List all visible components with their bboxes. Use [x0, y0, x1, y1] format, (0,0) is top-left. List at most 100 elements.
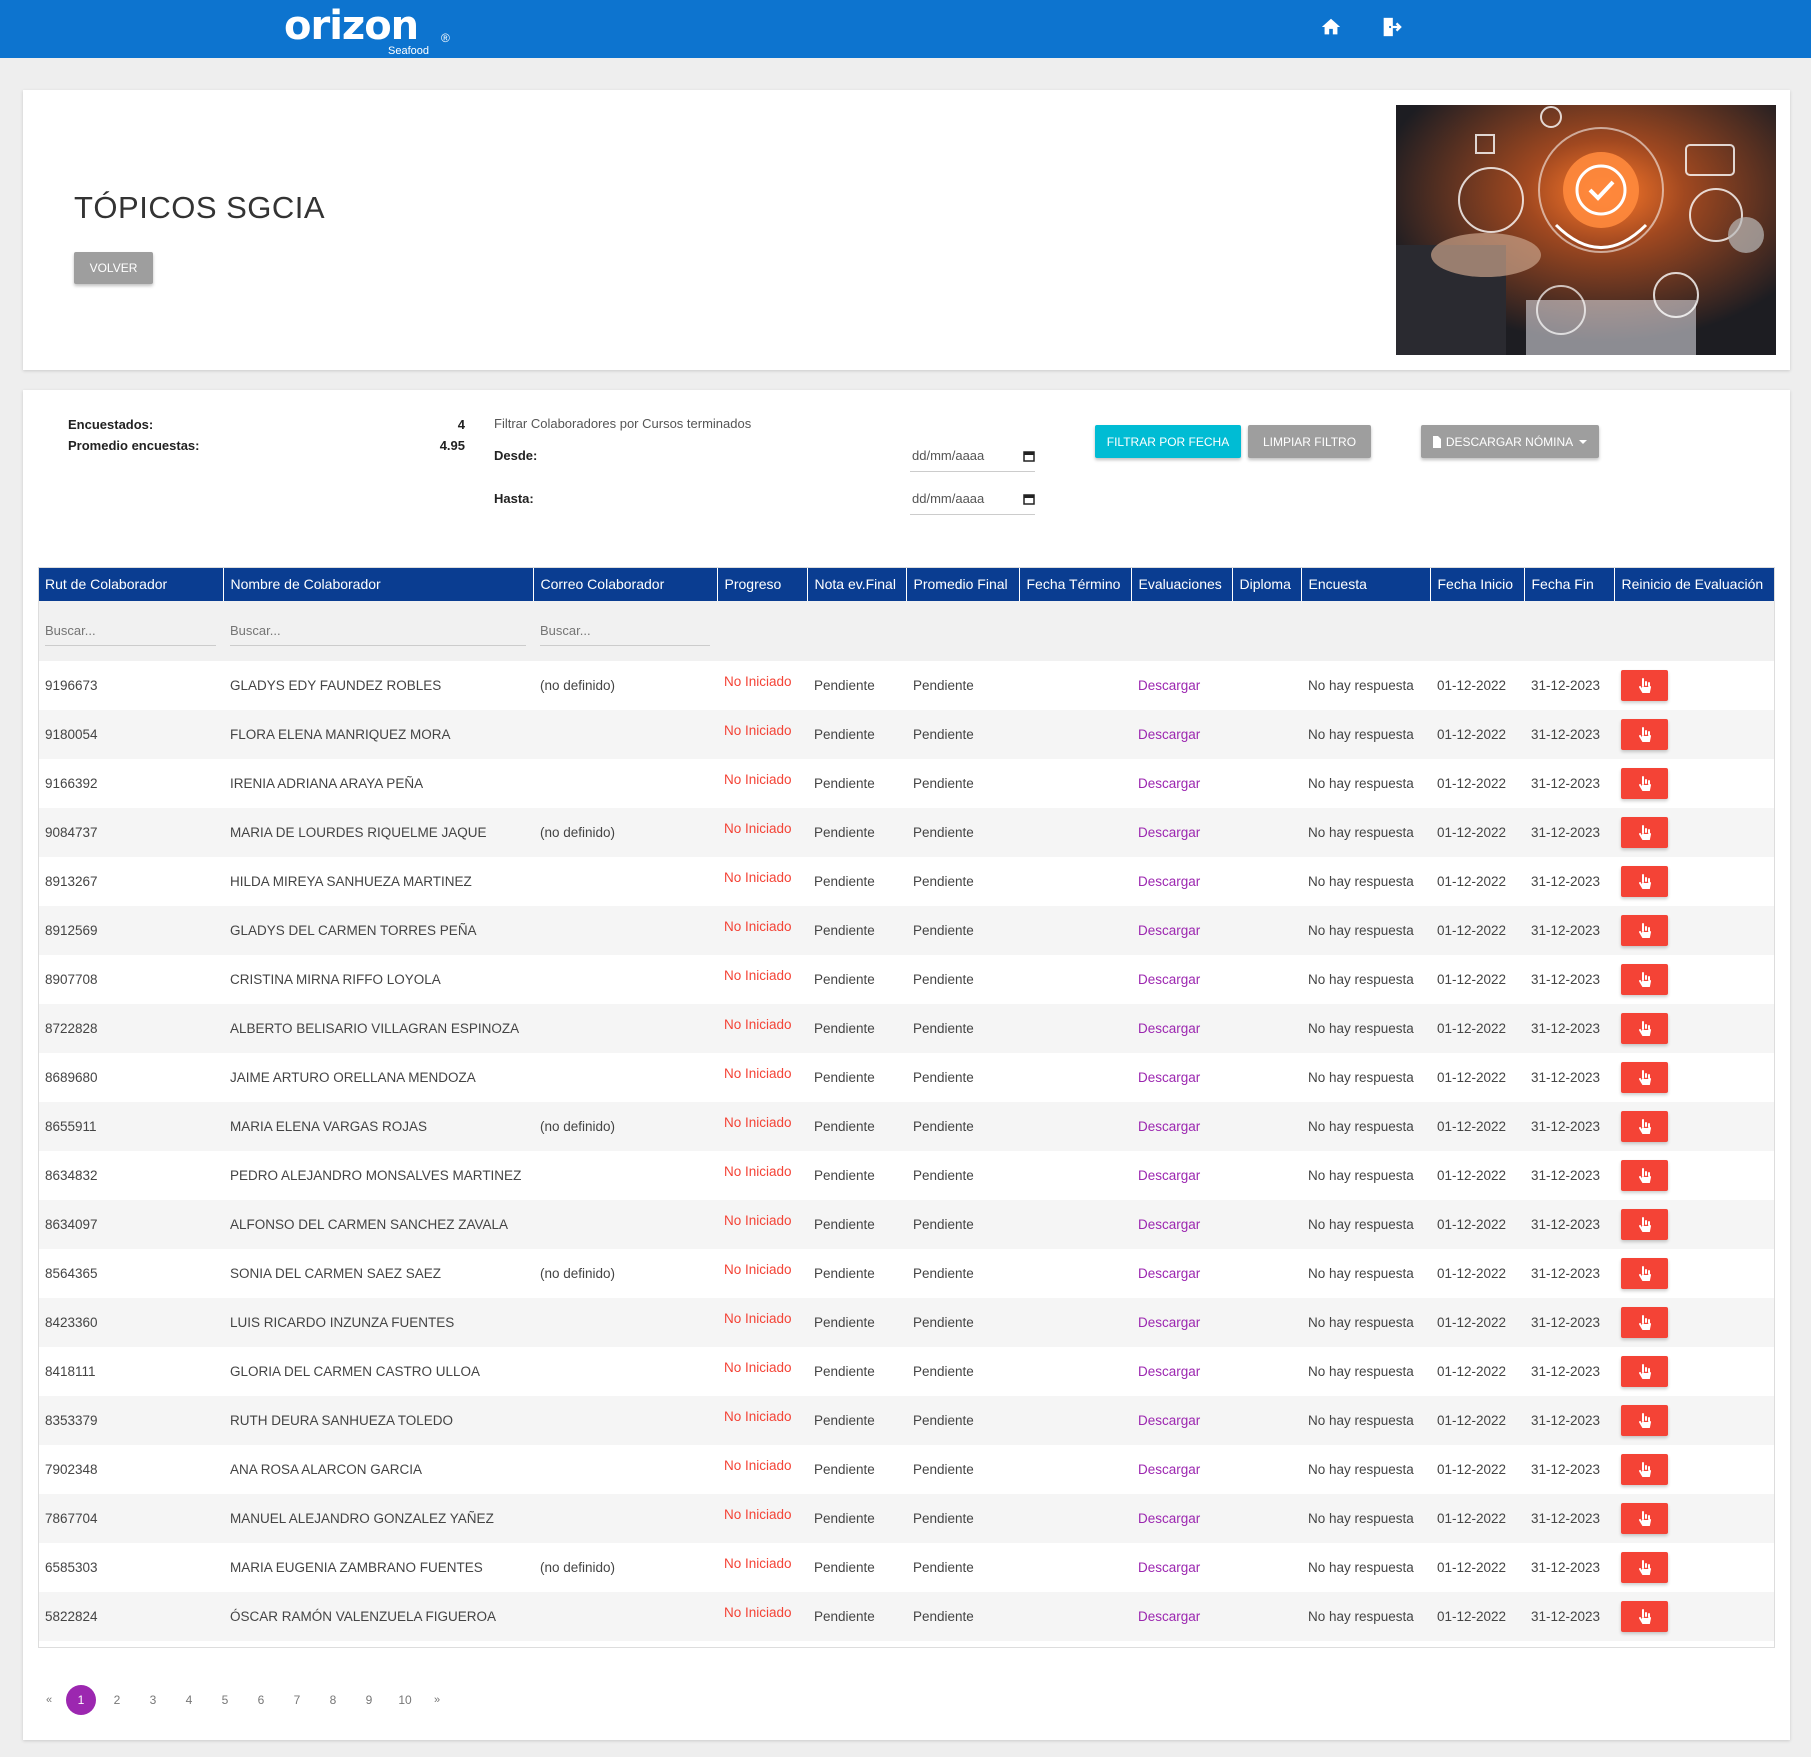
page-button[interactable]: 6: [246, 1685, 276, 1715]
reset-evaluation-button[interactable]: [1621, 1356, 1668, 1387]
col-header-name[interactable]: Nombre de Colaborador: [223, 567, 534, 601]
download-evaluations-link[interactable]: Descargar: [1138, 825, 1200, 840]
finish-date-cell: 31-12-2023: [1531, 1364, 1601, 1379]
download-evaluations-link[interactable]: Descargar: [1138, 874, 1200, 889]
reset-evaluation-button[interactable]: [1621, 1160, 1668, 1191]
page-button[interactable]: 3: [138, 1685, 168, 1715]
reset-evaluation-button[interactable]: [1621, 866, 1668, 897]
reset-evaluation-button[interactable]: [1621, 1013, 1668, 1044]
download-evaluations-link[interactable]: Descargar: [1138, 1119, 1200, 1134]
page-button[interactable]: 7: [282, 1685, 312, 1715]
col-header-survey[interactable]: Encuesta: [1301, 567, 1431, 601]
finish-date-cell: 31-12-2023: [1531, 727, 1601, 742]
download-evaluations-link[interactable]: Descargar: [1138, 1364, 1200, 1379]
download-evaluations-link[interactable]: Descargar: [1138, 1511, 1200, 1526]
download-evaluations-link[interactable]: Descargar: [1138, 1217, 1200, 1232]
page-button[interactable]: 9: [354, 1685, 384, 1715]
download-evaluations-link[interactable]: Descargar: [1138, 727, 1200, 742]
reset-evaluation-button[interactable]: [1621, 1552, 1668, 1583]
download-evaluations-link[interactable]: Descargar: [1138, 1070, 1200, 1085]
table-row: 8655911 MARIA ELENA VARGAS ROJAS (no defin…: [38, 1102, 1775, 1151]
name-cell: SONIA DEL CARMEN SAEZ SAEZ: [230, 1266, 442, 1281]
reset-evaluation-button[interactable]: [1621, 817, 1668, 848]
reset-evaluation-button[interactable]: [1621, 719, 1668, 750]
col-header-final-grade[interactable]: Nota ev.Final: [807, 567, 907, 601]
final-average-cell: Pendiente: [913, 1413, 974, 1428]
col-header-end-date[interactable]: Fecha Término: [1019, 567, 1132, 601]
col-header-reset[interactable]: Reinicio de Evaluación: [1614, 567, 1776, 601]
download-evaluations-link[interactable]: Descargar: [1138, 776, 1200, 791]
name-cell: MARIA EUGENIA ZAMBRANO FUENTES: [230, 1560, 483, 1575]
progress-status: No Iniciado: [724, 821, 792, 836]
table-cell: Pendiente: [807, 1200, 906, 1249]
reset-evaluation-button[interactable]: [1621, 915, 1668, 946]
calendar-icon[interactable]: [1023, 450, 1035, 462]
reset-evaluation-button[interactable]: [1621, 1111, 1668, 1142]
filter-by-date-button[interactable]: FILTRAR POR FECHA: [1095, 425, 1241, 458]
download-evaluations-link[interactable]: Descargar: [1138, 972, 1200, 987]
table-cell: Pendiente: [906, 1004, 1019, 1053]
finish-date-cell: 31-12-2023: [1531, 1217, 1601, 1232]
reset-evaluation-button[interactable]: [1621, 670, 1668, 701]
start-date-cell: 01-12-2022: [1437, 727, 1507, 742]
reset-evaluation-button[interactable]: [1621, 1307, 1668, 1338]
email-cell: (no definido): [540, 678, 616, 693]
col-header-finish-date[interactable]: Fecha Fin: [1524, 567, 1615, 601]
col-header-progress[interactable]: Progreso: [717, 567, 808, 601]
col-header-evaluations[interactable]: Evaluaciones: [1131, 567, 1233, 601]
reset-evaluation-button[interactable]: [1621, 964, 1668, 995]
download-evaluations-link[interactable]: Descargar: [1138, 1560, 1200, 1575]
home-icon[interactable]: [1320, 16, 1346, 42]
col-header-rut[interactable]: Rut de Colaborador: [38, 567, 224, 601]
reset-evaluation-button[interactable]: [1621, 768, 1668, 799]
reset-evaluation-button[interactable]: [1621, 1209, 1668, 1240]
logout-icon[interactable]: [1380, 16, 1406, 42]
download-evaluations-link[interactable]: Descargar: [1138, 1168, 1200, 1183]
table-cell: No hay respuesta: [1301, 1543, 1430, 1592]
page-button[interactable]: 10: [390, 1685, 420, 1715]
reset-evaluation-button[interactable]: [1621, 1258, 1668, 1289]
table-cell: Pendiente: [807, 1445, 906, 1494]
rut-search-input[interactable]: [45, 616, 216, 646]
download-roster-button[interactable]: DESCARGAR NÓMINA: [1421, 425, 1599, 458]
col-header-diploma[interactable]: Diploma: [1232, 567, 1302, 601]
reset-evaluation-button[interactable]: [1621, 1405, 1668, 1436]
download-evaluations-link[interactable]: Descargar: [1138, 1413, 1200, 1428]
email-search-input[interactable]: [540, 616, 710, 646]
page-button[interactable]: 4: [174, 1685, 204, 1715]
table-cell: [533, 1298, 717, 1347]
table-cell: 01-12-2022: [1430, 1396, 1524, 1445]
orizon-logo[interactable]: orizon ® Seafood: [284, 4, 450, 57]
calendar-icon[interactable]: [1023, 493, 1035, 505]
reset-evaluation-button[interactable]: [1621, 1062, 1668, 1093]
col-header-start-date[interactable]: Fecha Inicio: [1430, 567, 1525, 601]
download-evaluations-link[interactable]: Descargar: [1138, 1462, 1200, 1477]
download-evaluations-link[interactable]: Descargar: [1138, 678, 1200, 693]
back-button[interactable]: VOLVER: [74, 252, 153, 284]
rut-cell: 5822824: [45, 1609, 98, 1624]
download-evaluations-link[interactable]: Descargar: [1138, 1609, 1200, 1624]
reset-evaluation-button[interactable]: [1621, 1454, 1668, 1485]
clear-filter-button[interactable]: LIMPIAR FILTRO: [1248, 425, 1371, 458]
download-evaluations-link[interactable]: Descargar: [1138, 1266, 1200, 1281]
table-cell: Pendiente: [807, 759, 906, 808]
name-search-input[interactable]: [230, 616, 526, 646]
reset-evaluation-button[interactable]: [1621, 1601, 1668, 1632]
download-evaluations-link[interactable]: Descargar: [1138, 1021, 1200, 1036]
rut-cell: 8418111: [45, 1364, 96, 1379]
rut-cell: 8913267: [45, 874, 98, 889]
col-header-final-average[interactable]: Promedio Final: [906, 567, 1020, 601]
from-date-input[interactable]: dd/mm/aaaa: [910, 440, 1035, 472]
prev-page-button[interactable]: «: [38, 1685, 60, 1715]
next-page-button[interactable]: »: [426, 1685, 448, 1715]
reset-evaluation-button[interactable]: [1621, 1503, 1668, 1534]
col-header-email[interactable]: Correo Colaborador: [533, 567, 718, 601]
email-cell: (no definido): [540, 1560, 616, 1575]
download-evaluations-link[interactable]: Descargar: [1138, 923, 1200, 938]
to-date-input[interactable]: dd/mm/aaaa: [910, 483, 1035, 515]
page-button[interactable]: 1: [66, 1685, 96, 1715]
page-button[interactable]: 5: [210, 1685, 240, 1715]
download-evaluations-link[interactable]: Descargar: [1138, 1315, 1200, 1330]
page-button[interactable]: 2: [102, 1685, 132, 1715]
page-button[interactable]: 8: [318, 1685, 348, 1715]
